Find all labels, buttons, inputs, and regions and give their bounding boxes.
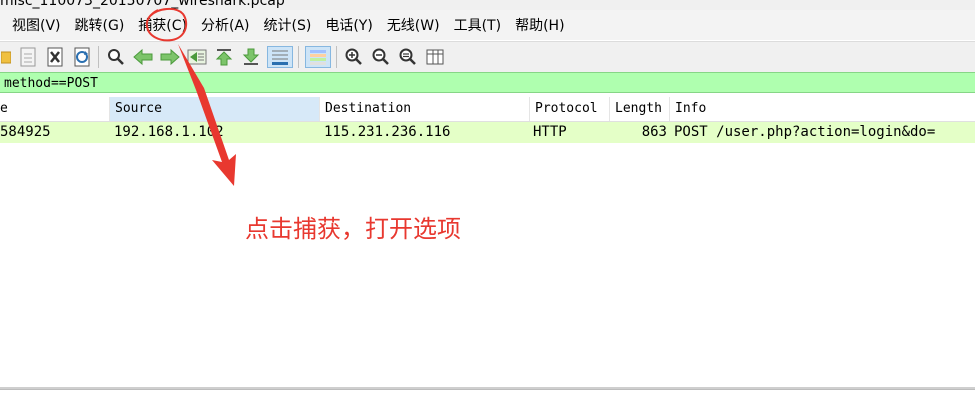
close-file-icon[interactable] <box>44 46 66 68</box>
last-packet-icon[interactable] <box>240 46 262 68</box>
column-header-time[interactable]: e <box>0 97 110 121</box>
colorize-icon[interactable] <box>305 46 331 68</box>
document-icon[interactable] <box>17 46 39 68</box>
menu-statistics[interactable]: 统计(S) <box>258 15 320 35</box>
column-header-info[interactable]: Info <box>670 97 975 121</box>
toolbar-separator <box>298 46 299 68</box>
back-icon[interactable] <box>132 46 154 68</box>
packet-source: 192.168.1.102 <box>114 124 224 140</box>
menu-help[interactable]: 帮助(H) <box>509 15 572 35</box>
menu-analyze[interactable]: 分析(A) <box>195 15 258 35</box>
menu-bar: 视图(V) 跳转(G) 捕获(C) 分析(A) 统计(S) 电话(Y) 无线(W… <box>0 10 975 40</box>
packet-length: 863 <box>641 124 667 140</box>
forward-icon[interactable] <box>159 46 181 68</box>
find-icon[interactable] <box>105 46 127 68</box>
zoom-reset-icon[interactable] <box>397 46 419 68</box>
zoom-out-icon[interactable] <box>370 46 392 68</box>
column-header-length[interactable]: Length <box>610 97 670 121</box>
reload-icon[interactable] <box>71 46 93 68</box>
packet-row[interactable]: 584925 192.168.1.102 115.231.236.116 HTT… <box>0 122 975 143</box>
packet-time: 584925 <box>0 124 51 140</box>
packet-details-pane <box>0 389 975 414</box>
menu-tools[interactable]: 工具(T) <box>448 15 509 35</box>
folder-icon[interactable] <box>0 46 12 68</box>
column-header-destination[interactable]: Destination <box>320 97 530 121</box>
menu-wireless[interactable]: 无线(W) <box>381 15 448 35</box>
menu-capture[interactable]: 捕获(C) <box>132 15 195 35</box>
main-toolbar <box>0 41 975 73</box>
zoom-in-icon[interactable] <box>343 46 365 68</box>
packet-protocol: HTTP <box>533 124 567 140</box>
autoscroll-icon[interactable] <box>267 46 293 68</box>
column-header-source[interactable]: Source <box>110 97 320 121</box>
menu-go[interactable]: 跳转(G) <box>69 15 133 35</box>
window-title: misc_110073_20150707_wireshark.pcap <box>0 0 975 10</box>
column-header-protocol[interactable]: Protocol <box>530 97 610 121</box>
resize-columns-icon[interactable] <box>424 46 446 68</box>
annotation-text: 点击捕获，打开选项 <box>245 215 461 243</box>
menu-telephony[interactable]: 电话(Y) <box>319 15 380 35</box>
display-filter-input[interactable]: method==POST <box>0 72 975 93</box>
toolbar-separator <box>336 46 337 68</box>
packet-list-header: e Source Destination Protocol Length Inf… <box>0 97 975 122</box>
packet-destination: 115.231.236.116 <box>324 124 451 140</box>
toolbar-separator <box>98 46 99 68</box>
goto-icon[interactable] <box>186 46 208 68</box>
packet-info: POST /user.php?action=login&do= <box>674 124 936 140</box>
menu-view[interactable]: 视图(V) <box>6 15 69 35</box>
first-packet-icon[interactable] <box>213 46 235 68</box>
